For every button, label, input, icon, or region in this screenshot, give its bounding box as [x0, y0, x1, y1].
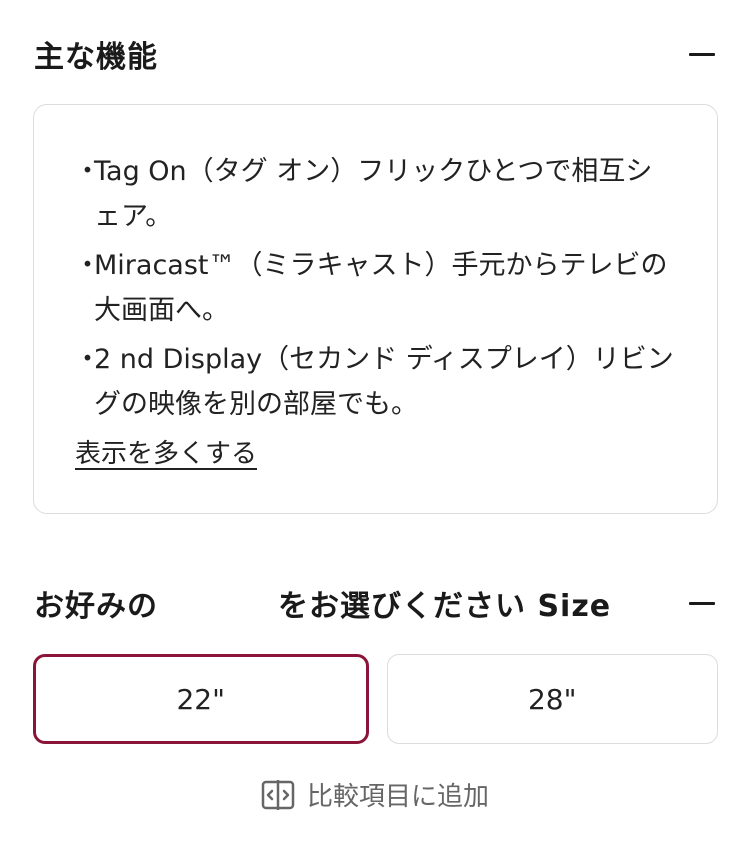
features-card: ・ Tag On（タグ オン）フリックひとつで相互シェア。 ・ Miracast… — [33, 104, 718, 514]
feature-text: Tag On（タグ オン）フリックひとつで相互シェア。 — [94, 156, 653, 232]
feature-item: ・ 2 nd Display（セカンド ディスプレイ）リビングの映像を別の部屋で… — [74, 337, 674, 427]
size-collapse-button[interactable] — [688, 589, 716, 617]
add-to-compare-label: 比較項目に追加 — [306, 782, 489, 812]
feature-list: ・ Tag On（タグ オン）フリックひとつで相互シェア。 ・ Miracast… — [74, 149, 674, 431]
add-to-compare-button[interactable]: 比較項目に追加 — [0, 776, 750, 813]
features-section-header: 主な機能 — [34, 32, 716, 76]
size-options: 22" 28" — [33, 654, 718, 744]
bullet-icon: ・ — [74, 156, 101, 187]
size-title: お好みの をお選びください Size — [34, 581, 611, 625]
features-title: 主な機能 — [34, 40, 158, 75]
features-collapse-button[interactable] — [688, 40, 716, 68]
size-option-28[interactable]: 28" — [386, 654, 718, 744]
feature-item: ・ Tag On（タグ オン）フリックひとつで相互シェア。 — [74, 149, 674, 239]
minus-icon — [689, 52, 715, 56]
feature-text: 2 nd Display（セカンド ディスプレイ）リビングの映像を別の部屋でも。 — [94, 344, 674, 420]
feature-text: Miracast™（ミラキャスト）手元からテレビの大画面へ。 — [94, 250, 668, 326]
size-title-suffix: をお選びください Size — [278, 589, 612, 624]
show-more-link[interactable]: 表示を多くする — [75, 433, 257, 470]
size-option-22[interactable]: 22" — [33, 654, 369, 744]
size-title-prefix: お好みの — [34, 589, 158, 624]
compare-icon — [261, 779, 295, 810]
bullet-icon: ・ — [74, 250, 101, 281]
size-section-header: お好みの をお選びください Size — [34, 580, 716, 626]
minus-icon — [689, 601, 715, 605]
bullet-icon: ・ — [74, 344, 101, 375]
feature-item: ・ Miracast™（ミラキャスト）手元からテレビの大画面へ。 — [74, 243, 674, 333]
